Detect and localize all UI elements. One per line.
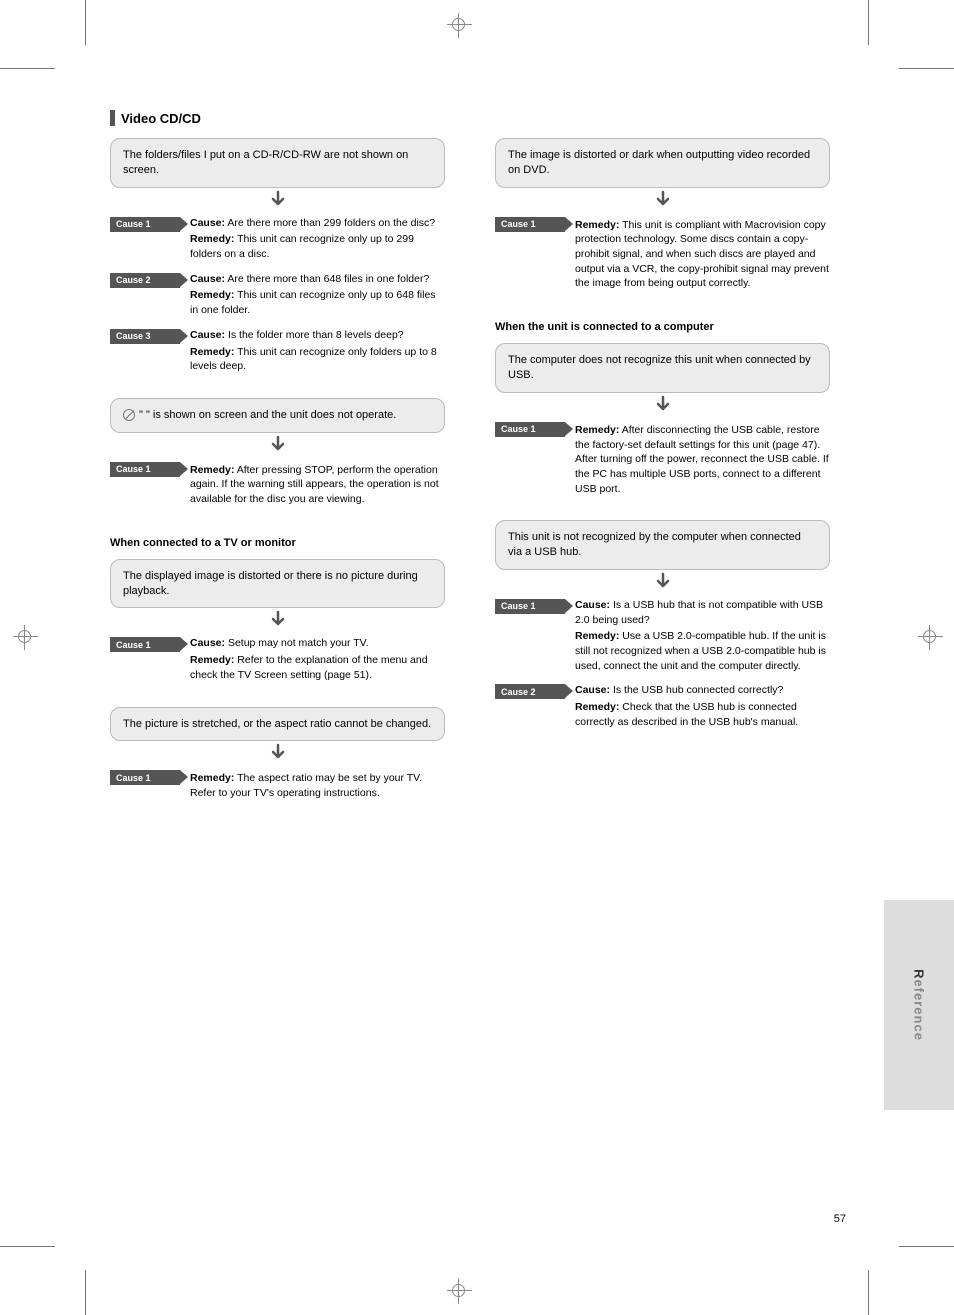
arrow-down-icon [110, 741, 445, 765]
cause-text: Is the folder more than 8 levels deep? [228, 329, 404, 341]
arrow-down-icon [495, 188, 830, 212]
cause-text: Are there more than 648 files in one fol… [227, 273, 429, 285]
trouble-block: The picture is stretched, or the aspect … [110, 707, 445, 801]
symptom-box: The folders/files I put on a CD-R/CD-RW … [110, 138, 445, 188]
cause-label: Cause: [190, 217, 225, 229]
cause-tag: Cause 1 [495, 599, 565, 614]
remedy-label: Remedy: [190, 464, 234, 476]
cause-tag: Cause 1 [110, 770, 180, 785]
remedy-label: Remedy: [575, 701, 619, 713]
section-title: Video CD/CD [110, 110, 830, 126]
symptom-box: The image is distorted or dark when outp… [495, 138, 830, 188]
trouble-block: " " is shown on screen and the unit does… [110, 398, 445, 507]
symptom-text: " " is shown on screen and the unit does… [139, 409, 396, 421]
symptom-box: The picture is stretched, or the aspect … [110, 707, 445, 742]
cause-text: Is a USB hub that is not compatible with… [575, 599, 823, 626]
side-tab-reference: Reference [884, 900, 954, 1110]
cause-text: Are there more than 299 folders on the d… [227, 217, 435, 229]
cause-label: Cause: [190, 273, 225, 285]
remedy-label: Remedy: [575, 424, 619, 436]
subhead: When the unit is connected to a computer [495, 321, 830, 333]
cause-tag: Cause 1 [495, 217, 565, 232]
side-tab-rest: eference [912, 979, 927, 1040]
arrow-down-icon [495, 570, 830, 594]
cause-label: Cause: [190, 329, 225, 341]
trouble-block: The computer does not recognize this uni… [495, 343, 830, 496]
left-column: The folders/files I put on a CD-R/CD-RW … [110, 138, 445, 825]
cause-text: Setup may not match your TV. [228, 637, 369, 649]
cause-text: Is the USB hub connected correctly? [613, 684, 783, 696]
arrow-down-icon [110, 608, 445, 632]
cause-tag: Cause 3 [110, 329, 180, 344]
trouble-block: This unit is not recognized by the compu… [495, 520, 830, 729]
symptom-box: The computer does not recognize this uni… [495, 343, 830, 393]
symptom-box: " " is shown on screen and the unit does… [110, 398, 445, 433]
trouble-block: The folders/files I put on a CD-R/CD-RW … [110, 138, 445, 374]
cause-tag: Cause 1 [110, 637, 180, 652]
remedy-label: Remedy: [575, 219, 619, 231]
page-number: 57 [834, 1213, 846, 1225]
cause-tag: Cause 1 [110, 462, 180, 477]
section-title-text: Video CD/CD [121, 111, 201, 126]
cause-label: Cause: [190, 637, 225, 649]
symptom-box: The displayed image is distorted or ther… [110, 559, 445, 609]
cause-tag: Cause 1 [495, 422, 565, 437]
remedy-label: Remedy: [575, 630, 619, 642]
cause-tag: Cause 2 [110, 273, 180, 288]
trouble-block: The displayed image is distorted or ther… [110, 559, 445, 683]
symptom-box: This unit is not recognized by the compu… [495, 520, 830, 570]
right-column: The image is distorted or dark when outp… [495, 138, 830, 825]
cause-label: Cause: [575, 684, 610, 696]
cause-label: Cause: [575, 599, 610, 611]
side-tab-first: R [912, 969, 927, 979]
cause-tag: Cause 2 [495, 684, 565, 699]
subhead: When connected to a TV or monitor [110, 537, 445, 549]
arrow-down-icon [110, 433, 445, 457]
remedy-label: Remedy: [190, 346, 234, 358]
remedy-label: Remedy: [190, 772, 234, 784]
arrow-down-icon [110, 188, 445, 212]
trouble-block: The image is distorted or dark when outp… [495, 138, 830, 291]
remedy-label: Remedy: [190, 233, 234, 245]
remedy-label: Remedy: [190, 289, 234, 301]
cause-tag: Cause 1 [110, 217, 180, 232]
remedy-label: Remedy: [190, 654, 234, 666]
arrow-down-icon [495, 393, 830, 417]
prohibit-icon [123, 409, 135, 421]
